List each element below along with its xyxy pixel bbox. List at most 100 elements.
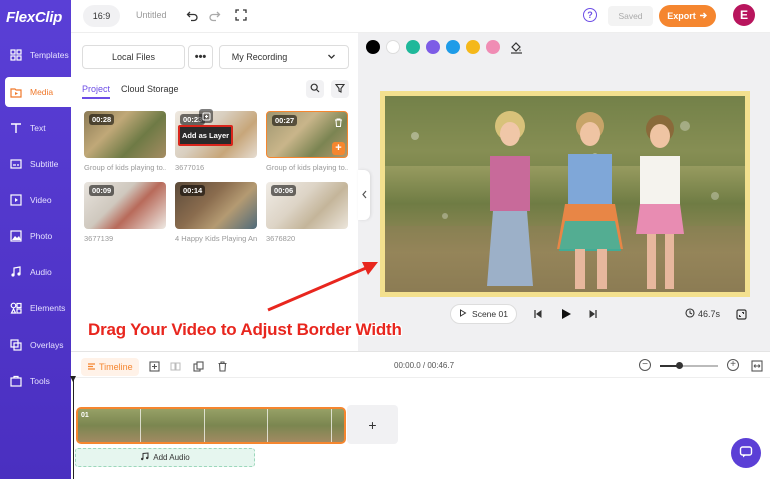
media-label: Group of kids playing to... — [266, 163, 348, 172]
audio-icon — [9, 266, 22, 279]
playhead[interactable] — [70, 376, 76, 479]
fullscreen-icon[interactable] — [234, 8, 248, 22]
filter-button[interactable] — [331, 80, 349, 98]
timecode: 00:00.0 / 00:46.7 — [394, 361, 455, 370]
zoom-slider[interactable] — [660, 362, 718, 369]
subtitle-icon — [9, 158, 22, 171]
text-icon — [9, 122, 22, 135]
tab-project[interactable]: Project — [82, 84, 111, 99]
media-thumbnail[interactable]: 00:27 + — [266, 111, 348, 158]
sidebar-item-audio[interactable]: Audio — [5, 257, 71, 287]
project-title[interactable]: Untitled — [136, 10, 167, 20]
sidebar-item-video[interactable]: Video — [5, 185, 71, 215]
media-thumbnail[interactable]: 00:28 — [84, 111, 166, 158]
color-swatch-purple[interactable] — [426, 40, 440, 54]
saved-button[interactable]: Saved — [608, 6, 653, 26]
video-preview[interactable] — [385, 96, 745, 292]
media-icon — [9, 86, 22, 99]
more-options-button[interactable]: ••• — [188, 45, 213, 69]
sidebar-item-label: Tools — [30, 376, 50, 386]
duration-badge: 00:06 — [271, 185, 297, 196]
redo-icon[interactable] — [207, 8, 221, 22]
fullscreen-preview-icon[interactable] — [733, 306, 749, 322]
flexclip-logo[interactable]: FlexClip — [6, 9, 62, 26]
sidebar-item-templates[interactable]: Templates — [5, 40, 71, 70]
duration-badge: 00:27 — [272, 115, 298, 126]
sidebar-item-tools[interactable]: Tools — [5, 366, 71, 396]
chat-support-button[interactable] — [731, 438, 761, 468]
previous-scene-icon[interactable] — [530, 306, 546, 322]
photo-icon — [9, 230, 22, 243]
duration-badge: 00:14 — [180, 185, 206, 196]
elements-icon — [9, 302, 22, 315]
color-swatch-blue[interactable] — [446, 40, 460, 54]
clip-frame — [331, 409, 344, 442]
export-label: Export — [667, 11, 696, 21]
play-icon[interactable] — [558, 306, 574, 322]
clip-number: 01 — [81, 412, 89, 419]
sidebar-item-overlays[interactable]: Overlays — [5, 330, 71, 360]
video-icon — [9, 194, 22, 207]
color-swatch-white[interactable] — [386, 40, 400, 54]
media-label: 3677139 — [84, 234, 114, 243]
aspect-ratio-button[interactable]: 16:9 — [83, 5, 120, 27]
fit-timeline-icon[interactable] — [751, 360, 763, 372]
chat-icon — [739, 445, 753, 462]
my-recording-dropdown[interactable]: My Recording — [219, 45, 349, 69]
sidebar-item-subtitle[interactable]: Subtitle — [5, 149, 71, 179]
delete-icon[interactable] — [334, 116, 343, 130]
media-thumbnail[interactable]: 00:06 — [266, 182, 348, 229]
zoom-in-icon[interactable]: + — [727, 359, 739, 371]
collapse-panel-button[interactable] — [358, 170, 370, 220]
color-swatch-yellow[interactable] — [466, 40, 480, 54]
scene-selector-button[interactable]: Scene 01 — [450, 304, 517, 324]
sidebar-item-label: Photo — [30, 231, 53, 241]
export-button[interactable]: Export — [659, 5, 716, 27]
split-icon[interactable] — [169, 360, 181, 372]
search-button[interactable] — [306, 80, 324, 98]
sidebar-item-media[interactable]: Media — [5, 77, 71, 107]
paint-bucket-icon[interactable] — [510, 41, 523, 54]
media-thumbnail[interactable]: 00:09 — [84, 182, 166, 229]
timeline-panel: Timeline 00:00.0 / 00:46.7 − + 01 + Add … — [70, 351, 770, 479]
add-audio-button[interactable]: Add Audio — [75, 448, 255, 467]
add-scene-button[interactable]: + — [347, 405, 398, 444]
video-clip[interactable]: 01 — [76, 407, 346, 444]
search-icon — [310, 82, 320, 96]
add-to-timeline-icon[interactable]: + — [332, 142, 345, 155]
add-as-layer-icon[interactable] — [199, 109, 213, 123]
media-thumbnail[interactable]: 00:14 — [175, 182, 257, 229]
color-swatch-black[interactable] — [366, 40, 380, 54]
media-label: 3677016 — [175, 163, 205, 172]
duplicate-icon[interactable] — [192, 360, 204, 372]
video-border-frame[interactable] — [380, 91, 750, 297]
templates-icon — [9, 49, 22, 62]
color-swatch-teal[interactable] — [406, 40, 420, 54]
sidebar-item-elements[interactable]: Elements — [5, 293, 71, 323]
chevron-down-icon — [327, 52, 336, 63]
tools-icon — [9, 375, 22, 388]
add-as-layer-tooltip: Add as Layer — [178, 125, 233, 146]
color-swatch-pink[interactable] — [486, 40, 500, 54]
add-scene-icon[interactable] — [148, 360, 160, 372]
media-label: 4 Happy Kids Playing An... — [175, 234, 257, 243]
help-icon[interactable]: ? — [583, 8, 597, 22]
tab-cloud-storage[interactable]: Cloud Storage — [121, 84, 179, 94]
sidebar-item-label: Audio — [30, 267, 52, 277]
sidebar-item-photo[interactable]: Photo — [5, 221, 71, 251]
clock-icon — [685, 308, 695, 320]
recording-label: My Recording — [231, 52, 288, 62]
timeline-tab[interactable]: Timeline — [81, 358, 139, 376]
sidebar-item-label: Templates — [30, 50, 69, 60]
delete-icon[interactable] — [216, 360, 228, 372]
sidebar-item-text[interactable]: Text — [5, 113, 71, 143]
avatar[interactable]: E — [733, 4, 755, 26]
next-scene-icon[interactable] — [585, 306, 601, 322]
zoom-out-icon[interactable]: − — [639, 359, 651, 371]
local-files-button[interactable]: Local Files — [82, 45, 185, 69]
filter-icon — [334, 82, 346, 96]
undo-icon[interactable] — [185, 8, 199, 22]
zoom-slider-handle[interactable] — [675, 362, 683, 369]
sidebar-item-label: Text — [30, 123, 46, 133]
duration-value: 46.7s — [698, 309, 721, 319]
